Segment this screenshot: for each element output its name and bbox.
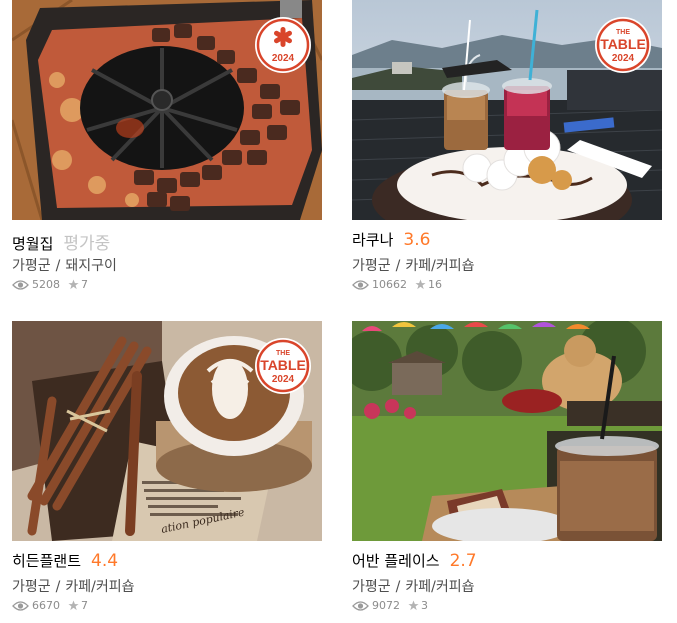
meta-separator: /: [395, 258, 401, 274]
view-count: 5208: [32, 278, 60, 291]
rating-score: 2.7: [449, 551, 477, 571]
stats-row: 5208 7: [12, 278, 88, 291]
rating-score: 4.4: [91, 551, 119, 571]
restaurant-name[interactable]: 어반 플레이스: [352, 550, 440, 571]
badge-year: 2024: [272, 53, 295, 64]
region-label: 가평군: [352, 579, 391, 595]
restaurant-name[interactable]: 명월집: [12, 233, 53, 254]
category-label: 카페/커피숍: [405, 258, 475, 274]
eye-icon: [352, 279, 369, 290]
restaurant-meta: 가평군 / 돼지구이: [12, 255, 117, 275]
review-count: 7: [81, 278, 88, 291]
rating-score: 3.6: [403, 230, 431, 250]
the-table-badge: THE TABLE 2024: [595, 17, 651, 73]
the-table-badge: THE TABLE 2024: [255, 338, 311, 394]
stats-row: 6670 7: [12, 599, 88, 612]
restaurant-photo-link[interactable]: 2024: [12, 0, 322, 220]
star-icon: [408, 600, 419, 611]
badge-year: 2024: [612, 53, 635, 64]
restaurant-photo-link[interactable]: THE TABLE 2024: [352, 0, 662, 220]
title-row: 어반 플레이스 2.7: [352, 550, 477, 574]
restaurant-meta: 가평군 / 카페/커피숍: [352, 255, 474, 275]
meta-separator: /: [55, 579, 61, 595]
stats-row: 10662 16: [352, 278, 442, 291]
restaurant-meta: 가평군 / 카페/커피숍: [12, 576, 134, 596]
badge-label: TABLE: [260, 357, 306, 373]
eye-icon: [352, 600, 369, 611]
restaurant-meta: 가평군 / 카페/커피숍: [352, 576, 474, 596]
garden-cafe-photo: [352, 321, 662, 541]
eye-icon: [12, 279, 29, 290]
category-label: 돼지구이: [65, 258, 117, 274]
view-count: 10662: [372, 278, 407, 291]
restaurant-name[interactable]: 히든플랜트: [12, 550, 81, 571]
eye-icon: [12, 600, 29, 611]
review-count: 16: [428, 278, 442, 291]
region-label: 가평군: [352, 258, 391, 274]
title-row: 히든플랜트 4.4: [12, 550, 118, 574]
title-row: 라쿠나 3.6: [352, 229, 430, 253]
meta-separator: /: [395, 579, 401, 595]
badge-year: 2024: [272, 374, 295, 385]
stats-row: 9072 3: [352, 599, 428, 612]
restaurant-photo-link[interactable]: [352, 321, 662, 541]
view-count: 9072: [372, 599, 400, 612]
region-label: 가평군: [12, 258, 51, 274]
review-count: 7: [81, 599, 88, 612]
category-label: 카페/커피숍: [65, 579, 135, 595]
badge-prefix: THE: [616, 29, 630, 36]
restaurant-name[interactable]: 라쿠나: [352, 229, 393, 250]
restaurant-photo-link[interactable]: ation populaire THE TABLE 2024: [12, 321, 322, 541]
badge-prefix: THE: [276, 350, 290, 357]
meta-separator: /: [55, 258, 61, 274]
category-label: 카페/커피숍: [405, 579, 475, 595]
rating-pending: 평가중: [63, 234, 111, 254]
view-count: 6670: [32, 599, 60, 612]
star-icon: [68, 279, 79, 290]
review-count: 3: [421, 599, 428, 612]
award-badge-2024: 2024: [255, 17, 311, 73]
badge-label: TABLE: [600, 36, 646, 52]
star-icon: [68, 600, 79, 611]
title-row: 명월집 평가중: [12, 229, 111, 254]
region-label: 가평군: [12, 579, 51, 595]
star-icon: [415, 279, 426, 290]
